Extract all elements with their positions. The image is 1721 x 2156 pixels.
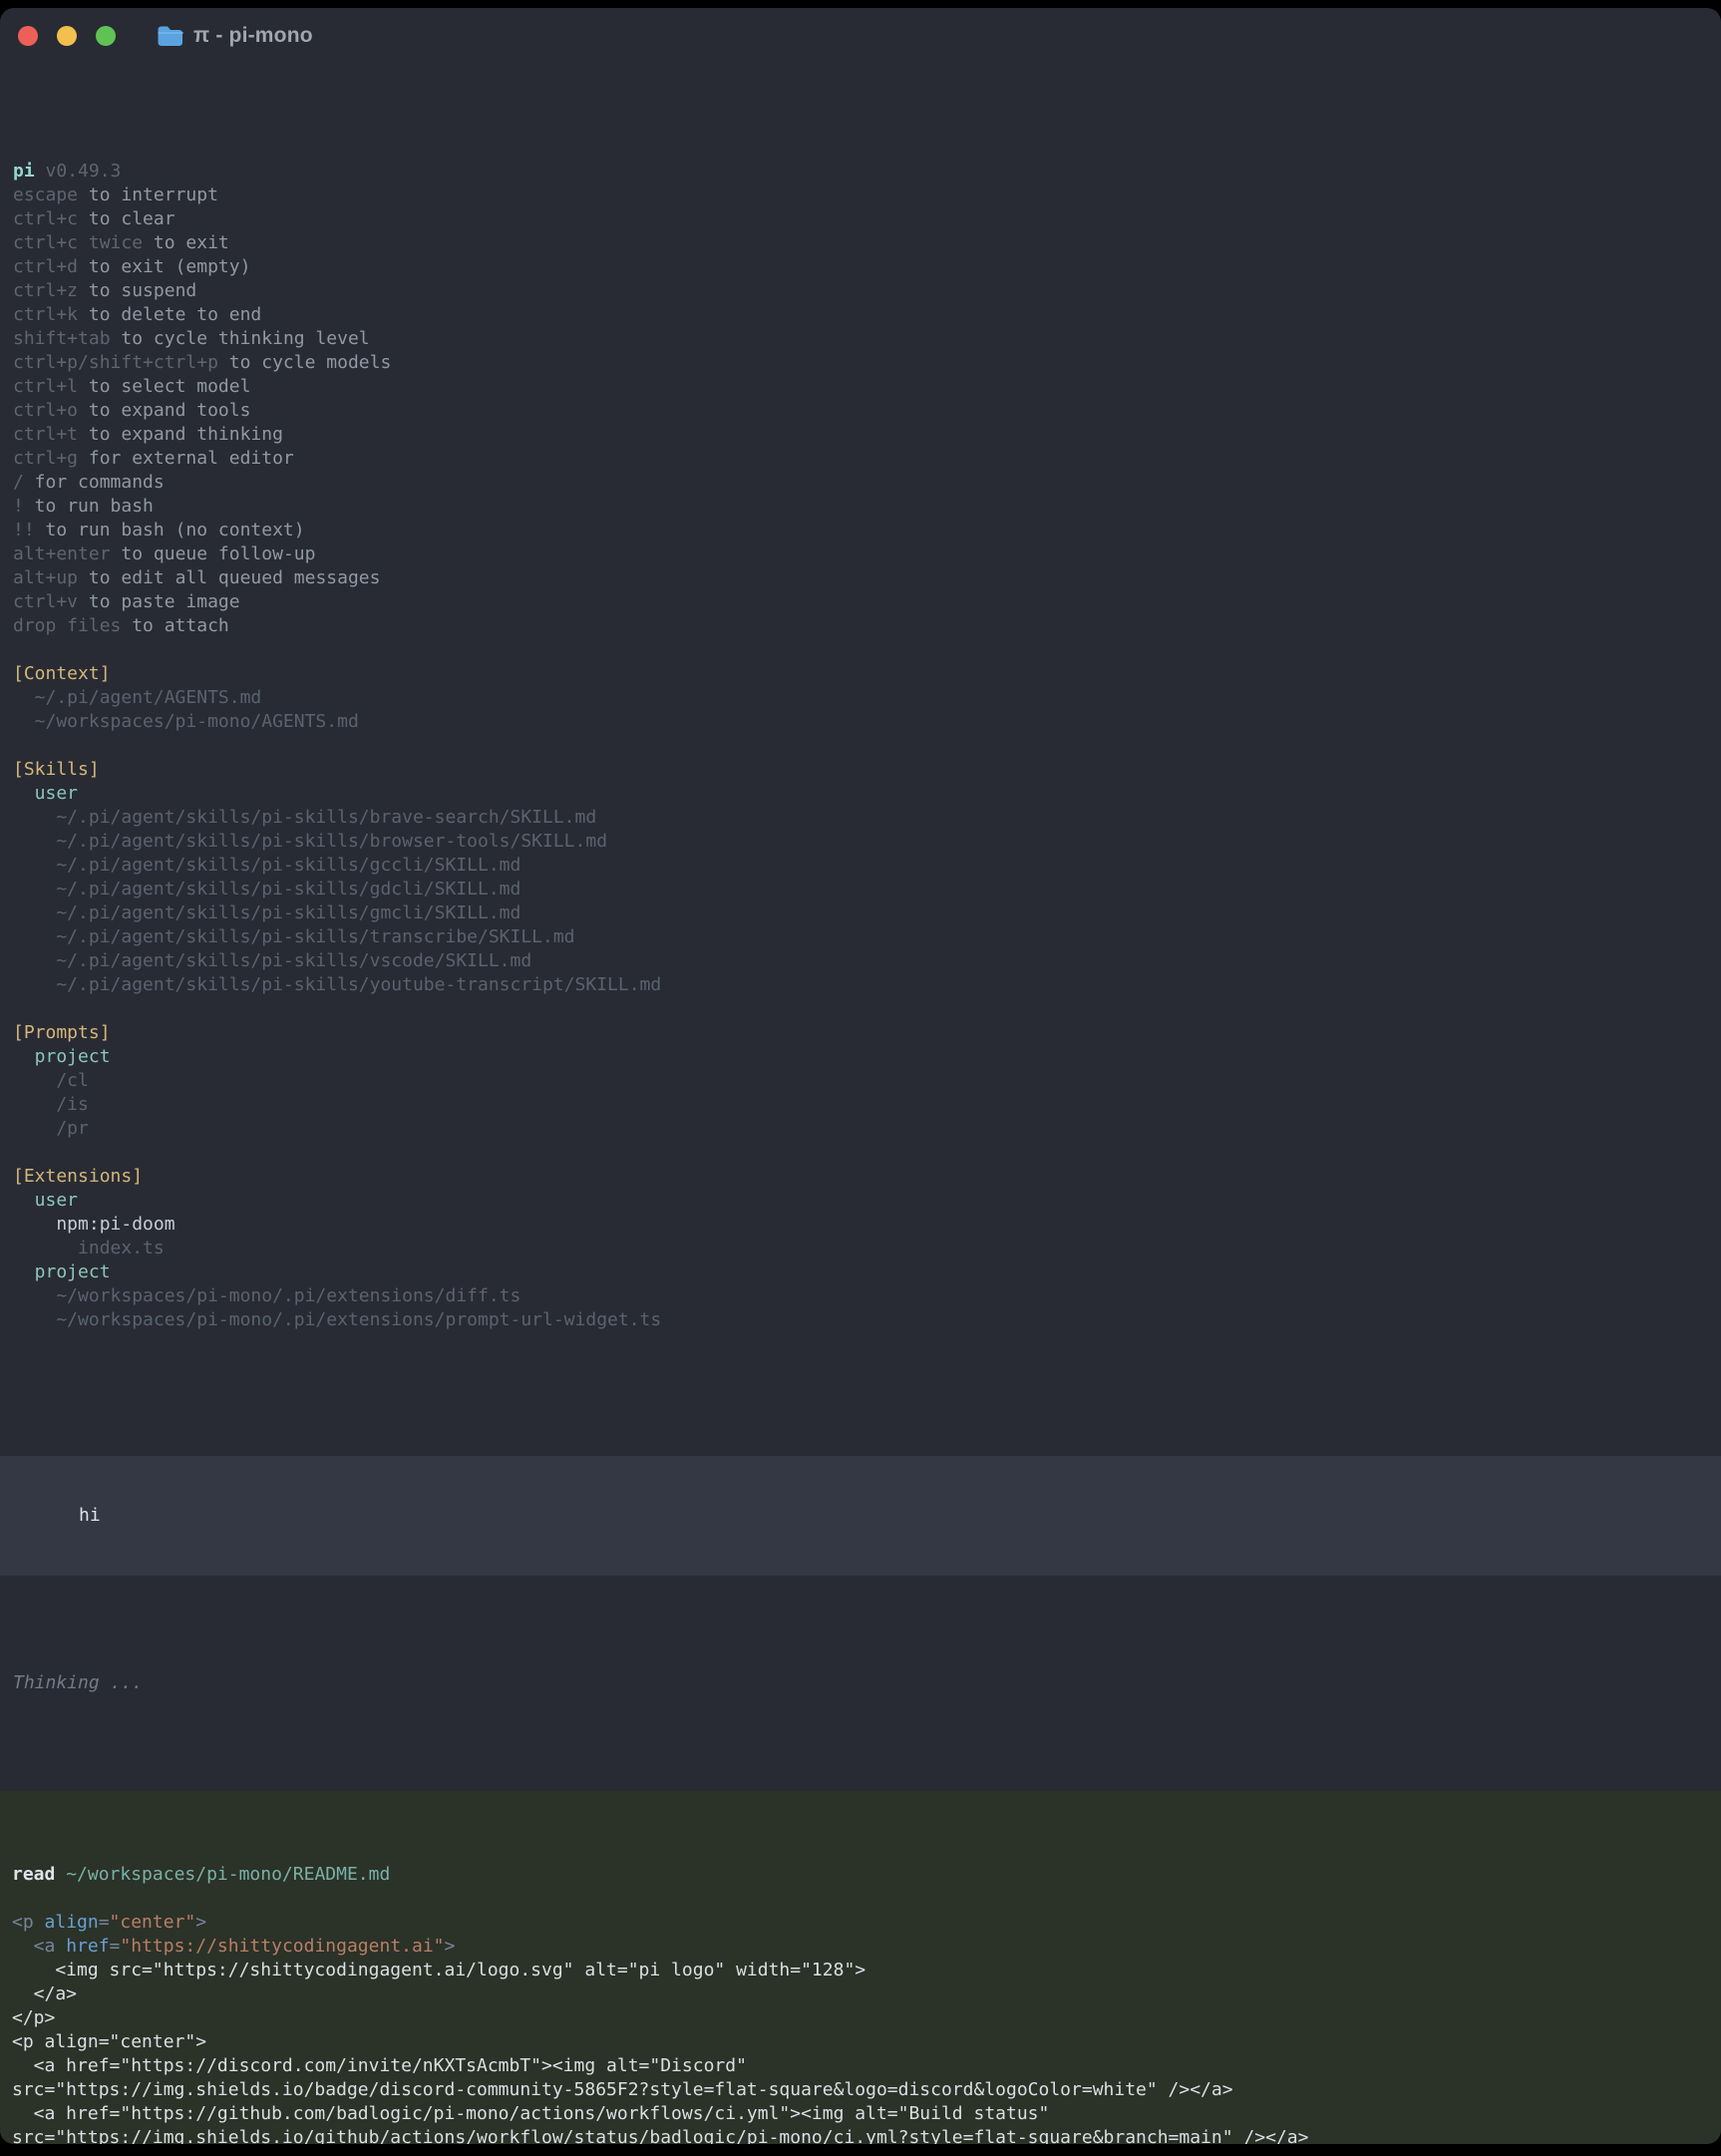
terminal-line: project <box>0 1260 1721 1284</box>
terminal-line: ctrl+d to exit (empty) <box>0 255 1721 279</box>
terminal-line: /pr <box>0 1117 1721 1141</box>
terminal-line: ~/.pi/agent/skills/pi-skills/brave-searc… <box>0 806 1721 830</box>
terminal-line: ~/.pi/agent/skills/pi-skills/gmcli/SKILL… <box>0 901 1721 925</box>
terminal-line: </p> <box>0 2006 1721 2030</box>
minimize-window-button[interactable] <box>57 26 77 46</box>
terminal-line: ! to run bash <box>0 495 1721 519</box>
terminal-line: drop files to attach <box>0 614 1721 638</box>
terminal-line: alt+up to edit all queued messages <box>0 566 1721 590</box>
terminal-line: [Prompts] <box>0 1021 1721 1045</box>
thinking-indicator: Thinking ... <box>0 1671 1721 1695</box>
terminal-line <box>0 1141 1721 1165</box>
terminal-line: /cl <box>0 1069 1721 1093</box>
terminal-line: ctrl+o to expand tools <box>0 399 1721 423</box>
zoom-window-button[interactable] <box>96 26 116 46</box>
terminal-line: ~/.pi/agent/skills/pi-skills/transcribe/… <box>0 925 1721 949</box>
terminal-line: ctrl+l to select model <box>0 375 1721 399</box>
terminal-line: /is <box>0 1093 1721 1117</box>
terminal-line: ~/.pi/agent/AGENTS.md <box>0 686 1721 710</box>
terminal-line: index.ts <box>0 1237 1721 1260</box>
terminal-line: <a href="https://shittycodingagent.ai"> <box>0 1935 1721 1959</box>
tool-call-block: read ~/workspaces/pi-mono/README.md <p al… <box>0 1791 1721 2144</box>
terminal-line: ~/workspaces/pi-mono/.pi/extensions/diff… <box>0 1284 1721 1308</box>
terminal-line: <a href="https://discord.com/invite/nKXT… <box>0 2054 1721 2078</box>
window-titlebar: π - pi-mono <box>0 8 1721 64</box>
terminal-line: ctrl+g for external editor <box>0 447 1721 471</box>
terminal-line: shift+tab to cycle thinking level <box>0 327 1721 351</box>
terminal-line: ctrl+k to delete to end <box>0 303 1721 327</box>
terminal-line: read ~/workspaces/pi-mono/README.md <box>0 1863 1721 1887</box>
terminal-line: pi v0.49.3 <box>0 160 1721 183</box>
terminal-line: ctrl+p/shift+ctrl+p to cycle models <box>0 351 1721 375</box>
terminal-line <box>0 734 1721 758</box>
terminal-line: [Skills] <box>0 758 1721 782</box>
terminal-line: !! to run bash (no context) <box>0 519 1721 542</box>
terminal-content: pi v0.49.3escape to interruptctrl+c to c… <box>0 64 1721 2144</box>
terminal-line: ctrl+c twice to exit <box>0 231 1721 255</box>
folder-icon <box>157 25 183 47</box>
terminal-line: ctrl+t to expand thinking <box>0 423 1721 447</box>
terminal-line: ~/.pi/agent/skills/pi-skills/gccli/SKILL… <box>0 854 1721 878</box>
terminal-line: ctrl+z to suspend <box>0 279 1721 303</box>
tool-output: read ~/workspaces/pi-mono/README.md <p al… <box>0 1863 1721 2144</box>
terminal-line: ~/.pi/agent/skills/pi-skills/youtube-tra… <box>0 973 1721 997</box>
terminal-line: [Context] <box>0 662 1721 686</box>
terminal-line: alt+enter to queue follow-up <box>0 542 1721 566</box>
terminal-line: <p align="center"> <box>0 2030 1721 2054</box>
session-info: pi v0.49.3escape to interruptctrl+c to c… <box>0 160 1721 1332</box>
terminal-line <box>0 638 1721 662</box>
terminal-line: ctrl+c to clear <box>0 207 1721 231</box>
terminal-line: <img src="https://shittycodingagent.ai/l… <box>0 1959 1721 1982</box>
user-message: hi <box>0 1456 1721 1576</box>
terminal-line: <a href="https://github.com/badlogic/pi-… <box>0 2102 1721 2126</box>
terminal-line: ~/workspaces/pi-mono/AGENTS.md <box>0 710 1721 734</box>
terminal-line: ~/.pi/agent/skills/pi-skills/gdcli/SKILL… <box>0 878 1721 901</box>
terminal-line: src="https://img.shields.io/github/actio… <box>0 2126 1721 2144</box>
terminal-line: ~/.pi/agent/skills/pi-skills/browser-too… <box>0 830 1721 854</box>
user-message-text: hi <box>79 1505 101 1526</box>
terminal-line: <p align="center"> <box>0 1911 1721 1935</box>
terminal-line: ~/.pi/agent/skills/pi-skills/vscode/SKIL… <box>0 949 1721 973</box>
terminal-window: π - pi-mono pi v0.49.3escape to interrup… <box>0 8 1721 2144</box>
close-window-button[interactable] <box>18 26 38 46</box>
terminal-line: escape to interrupt <box>0 183 1721 207</box>
terminal-line: / for commands <box>0 471 1721 495</box>
terminal-line: ctrl+v to paste image <box>0 590 1721 614</box>
terminal-line: user <box>0 782 1721 806</box>
terminal-line: project <box>0 1045 1721 1069</box>
terminal-line: npm:pi-doom <box>0 1213 1721 1237</box>
terminal-line: user <box>0 1189 1721 1213</box>
terminal-line: ~/workspaces/pi-mono/.pi/extensions/prom… <box>0 1308 1721 1332</box>
terminal-line: [Extensions] <box>0 1165 1721 1189</box>
window-title: π - pi-mono <box>193 24 313 48</box>
terminal-line: </a> <box>0 1982 1721 2006</box>
terminal-line: src="https://img.shields.io/badge/discor… <box>0 2078 1721 2102</box>
terminal-line <box>0 997 1721 1021</box>
terminal-line <box>0 1887 1721 1911</box>
